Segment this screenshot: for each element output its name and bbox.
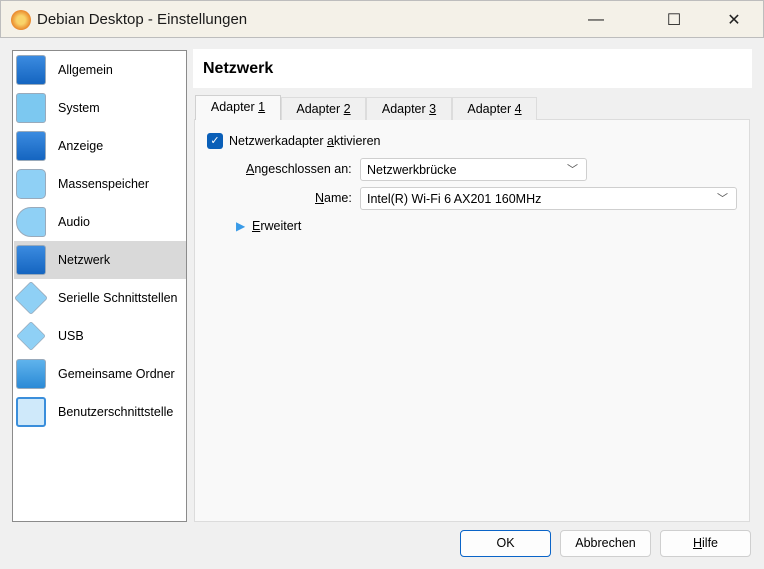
minimize-button[interactable]: — — [571, 1, 621, 39]
disk-icon — [16, 169, 46, 199]
tab-key: 2 — [343, 102, 351, 116]
name-label: Name: — [315, 191, 352, 205]
select-value: Intel(R) Wi-Fi 6 AX201 160MHz — [367, 192, 542, 206]
usb-icon — [16, 321, 46, 351]
chip-icon — [16, 93, 46, 123]
sidebar-item-label: Anzeige — [58, 139, 104, 153]
label-text: ktivieren — [333, 134, 381, 148]
sidebar-item-netzwerk[interactable]: Netzwerk — [14, 241, 186, 279]
tab-label: Adapter — [296, 102, 344, 116]
tab-adapter-1[interactable]: Adapter 1 — [195, 95, 281, 120]
sidebar-item-massenspeicher[interactable]: Massenspeicher — [14, 165, 186, 203]
sidebar-item-label: Massenspeicher — [58, 177, 150, 191]
virtualbox-gear-icon — [11, 10, 31, 30]
label-key: H — [692, 536, 703, 550]
tab-label: Adapter — [467, 102, 515, 116]
tab-key: 4 — [514, 102, 522, 116]
tab-key: 3 — [429, 102, 437, 116]
expand-triangle-icon[interactable]: ▶ — [236, 219, 245, 233]
sidebar-item-seriell[interactable]: Serielle Schnittstellen — [14, 279, 186, 317]
monitor-icon — [16, 55, 46, 85]
chevron-down-icon: ﹀ — [717, 193, 728, 205]
window-ui-icon — [16, 397, 46, 427]
label-text: rweitert — [260, 219, 302, 233]
adapter-name-select[interactable]: Intel(R) Wi-Fi 6 AX201 160MHz ﹀ — [360, 187, 737, 210]
speaker-icon — [16, 207, 46, 237]
tab-adapter-2[interactable]: Adapter 2 — [281, 97, 366, 120]
label-text: ame: — [324, 191, 352, 205]
tab-label: Adapter — [381, 102, 430, 116]
network-icon — [16, 245, 46, 275]
label-key: a — [326, 134, 334, 148]
close-button[interactable]: ✕ — [709, 1, 759, 39]
ok-button[interactable]: OK — [460, 530, 551, 557]
sidebar-item-system[interactable]: System — [14, 89, 186, 127]
enable-adapter-checkbox[interactable]: ✓ — [207, 133, 223, 149]
tab-label: Adapter — [210, 100, 259, 114]
sidebar-item-label: Audio — [58, 215, 90, 229]
tab-adapter-3[interactable]: Adapter 3 — [366, 97, 452, 120]
sidebar-item-anzeige[interactable]: Anzeige — [14, 127, 186, 165]
sidebar-item-label: USB — [58, 329, 84, 343]
sidebar-item-benutzerschnittstelle[interactable]: Benutzerschnittstelle — [14, 393, 186, 431]
sidebar-item-usb[interactable]: USB — [14, 317, 186, 355]
sidebar-item-label: Allgemein — [58, 63, 113, 77]
settings-sidebar: Allgemein System Anzeige Massenspeicher … — [12, 50, 187, 522]
cancel-button[interactable]: Abbrechen — [560, 530, 651, 557]
tab-key: 1 — [258, 100, 266, 114]
enable-adapter-label[interactable]: Netzwerkadapter aktivieren — [229, 134, 380, 148]
sidebar-item-gemeinsame-ordner[interactable]: Gemeinsame Ordner — [14, 355, 186, 393]
sidebar-item-audio[interactable]: Audio — [14, 203, 186, 241]
label-text: Netzwerkadapter — [229, 134, 327, 148]
attached-to-select[interactable]: Netzwerkbrücke ﹀ — [360, 158, 587, 181]
label-key: N — [315, 191, 325, 205]
tab-adapter-4[interactable]: Adapter 4 — [452, 97, 537, 120]
display-icon — [16, 131, 46, 161]
sidebar-item-label: Serielle Schnittstellen — [58, 291, 178, 305]
label-text: ngeschlossen an: — [254, 162, 352, 176]
title-bar: Debian Desktop - Einstellungen — ☐ ✕ — [0, 0, 764, 38]
sidebar-item-label: Benutzerschnittstelle — [58, 405, 174, 419]
help-button[interactable]: Hilfe — [660, 530, 751, 557]
maximize-button[interactable]: ☐ — [649, 1, 699, 39]
chevron-down-icon: ﹀ — [567, 164, 578, 176]
advanced-toggle[interactable]: Erweitert — [252, 219, 301, 233]
sidebar-item-label: System — [58, 101, 100, 115]
folder-icon — [16, 359, 46, 389]
label-text: ilfe — [702, 536, 718, 550]
serial-port-icon — [14, 281, 48, 315]
window-title: Debian Desktop - Einstellungen — [37, 11, 248, 28]
sidebar-item-allgemein[interactable]: Allgemein — [14, 51, 186, 89]
attached-to-label: Angeschlossen an: — [246, 162, 352, 176]
page-header: Netzwerk — [193, 49, 752, 88]
select-value: Netzwerkbrücke — [367, 163, 457, 177]
sidebar-item-label: Netzwerk — [58, 253, 111, 267]
page-title: Netzwerk — [203, 60, 274, 77]
sidebar-item-label: Gemeinsame Ordner — [58, 367, 175, 381]
